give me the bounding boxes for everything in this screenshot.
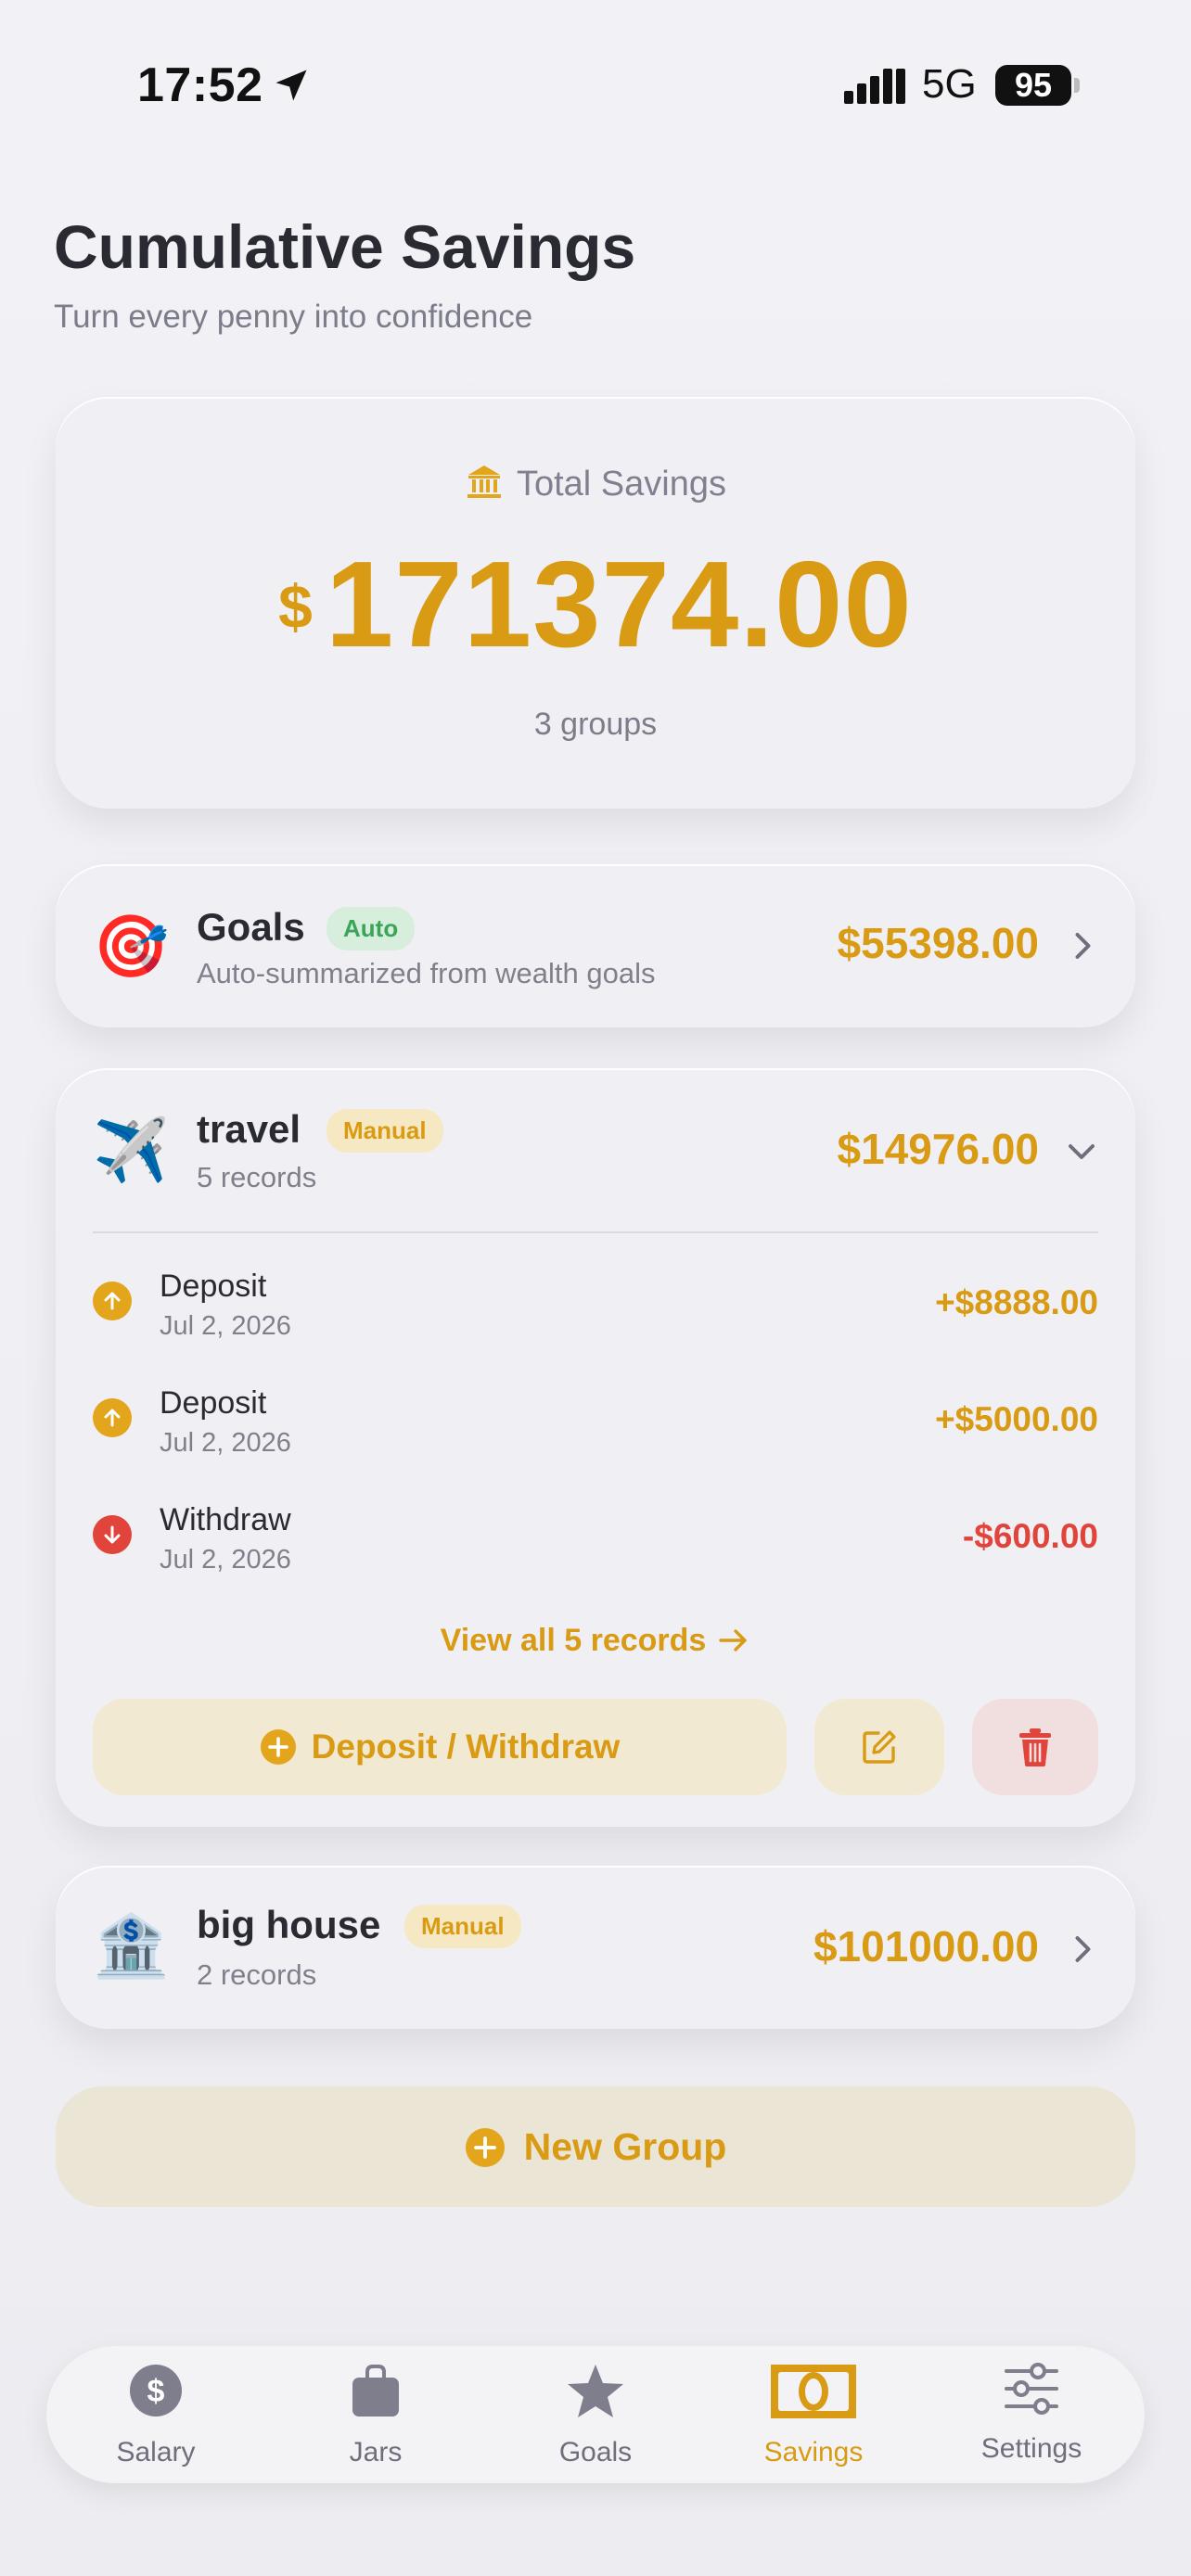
status-time: 17:52 — [137, 58, 263, 112]
view-all-records-link[interactable]: View all 5 records — [56, 1623, 1135, 1659]
bag-icon — [352, 2365, 399, 2417]
chevron-right-icon — [1075, 1936, 1091, 1962]
group-amount: $55398.00 — [837, 919, 1039, 967]
tab-label: Goals — [558, 2437, 633, 2468]
tab-label: Settings — [980, 2433, 1082, 2464]
sliders-icon — [1005, 2363, 1058, 2415]
svg-text:$: $ — [147, 2374, 165, 2409]
record-date: Jul 2, 2026 — [160, 1311, 291, 1341]
tab-label: Salary — [116, 2437, 196, 2468]
tab-jars[interactable]: Jars — [283, 2346, 468, 2483]
group-card-big-house[interactable]: 🏦 big house Manual 2 records $101000.00 — [56, 1866, 1135, 2029]
group-name: big house — [197, 1903, 381, 1946]
network-type: 5G — [922, 61, 977, 107]
group-record-count: 5 records — [197, 1161, 317, 1193]
tab-bar: $ Salary Jars Goals Savings Settings — [46, 2346, 1145, 2483]
edit-icon — [863, 1730, 896, 1764]
group-name: travel — [197, 1107, 301, 1151]
group-name: Goals — [197, 905, 305, 949]
arrow-right-icon — [719, 1629, 748, 1651]
record-type: Deposit — [160, 1269, 267, 1304]
location-arrow-icon — [275, 70, 307, 101]
edit-group-button[interactable] — [814, 1699, 944, 1795]
group-subtitle: Auto-summarized from wealth goals — [197, 957, 656, 989]
battery-tip — [1074, 78, 1080, 93]
record-amount: +$8888.00 — [935, 1283, 1098, 1321]
tab-settings[interactable]: Settings — [939, 2346, 1124, 2483]
page-title: Cumulative Savings — [54, 212, 636, 281]
group-amount: $101000.00 — [813, 1922, 1039, 1970]
record-type: Deposit — [160, 1385, 267, 1421]
page-subtitle: Turn every penny into confidence — [54, 299, 533, 335]
tab-salary[interactable]: $ Salary — [63, 2346, 249, 2483]
group-card-goals[interactable]: 🎯 Goals Auto Auto-summarized from wealth… — [56, 864, 1135, 1027]
bank-icon — [467, 465, 501, 498]
new-group-label: New Group — [523, 2125, 727, 2168]
record-row[interactable]: Withdraw Jul 2, 2026 -$600.00 — [93, 1489, 1098, 1582]
tab-label: Savings — [763, 2437, 864, 2468]
record-row[interactable]: Deposit Jul 2, 2026 +$5000.00 — [93, 1372, 1098, 1465]
plus-circle-icon — [260, 1729, 296, 1765]
total-savings-label-row: Total Savings — [56, 462, 1135, 504]
arrow-down-icon — [93, 1515, 132, 1554]
total-amount-value: 171374.00 — [325, 536, 913, 672]
airplane-icon: ✈️ — [93, 1116, 170, 1184]
tab-savings[interactable]: Savings — [721, 2346, 906, 2483]
target-icon: 🎯 — [93, 912, 170, 980]
group-count: 3 groups — [533, 707, 658, 742]
deposit-withdraw-label: Deposit / Withdraw — [311, 1728, 621, 1766]
record-row[interactable]: Deposit Jul 2, 2026 +$8888.00 — [93, 1256, 1098, 1348]
group-header-travel[interactable]: ✈️ travel Manual 5 records $14976.00 — [56, 1068, 1135, 1235]
tab-goals[interactable]: Goals — [503, 2346, 688, 2483]
tab-label: Jars — [349, 2437, 403, 2468]
status-bar: 17:52 5G 95 — [0, 0, 1191, 176]
chevron-down-icon[interactable] — [1065, 1135, 1098, 1168]
banknote-icon — [771, 2365, 856, 2418]
manual-badge: Manual — [327, 1109, 443, 1153]
signal-icon — [844, 69, 905, 104]
bank-building-icon: 🏦 — [93, 1911, 170, 1980]
divider — [93, 1231, 1098, 1233]
total-savings-amount: $171374.00 — [56, 534, 1135, 674]
auto-badge: Auto — [327, 907, 416, 950]
manual-badge: Manual — [404, 1905, 521, 1948]
star-icon — [568, 2365, 623, 2417]
trash-icon — [1019, 1728, 1051, 1766]
deposit-withdraw-button[interactable]: Deposit / Withdraw — [93, 1699, 787, 1795]
plus-circle-icon — [465, 2128, 505, 2167]
arrow-up-icon — [93, 1398, 132, 1437]
arrow-up-icon — [93, 1282, 132, 1320]
group-record-count: 2 records — [197, 1958, 317, 1991]
total-savings-card: Total Savings $171374.00 3 groups — [56, 397, 1135, 809]
record-date: Jul 2, 2026 — [160, 1428, 291, 1458]
record-amount: -$600.00 — [962, 1517, 1098, 1555]
view-all-label: View all 5 records — [440, 1623, 707, 1658]
record-type: Withdraw — [160, 1502, 291, 1537]
group-amount: $14976.00 — [837, 1125, 1039, 1173]
chevron-right-icon — [1075, 933, 1091, 959]
group-card-travel: ✈️ travel Manual 5 records $14976.00 Dep… — [56, 1068, 1135, 1827]
savings-screen: 17:52 5G 95 Cumulative Savings Turn ever… — [0, 0, 1191, 2576]
delete-group-button[interactable] — [972, 1699, 1098, 1795]
record-date: Jul 2, 2026 — [160, 1545, 291, 1575]
dollar-circle-icon: $ — [130, 2365, 182, 2417]
currency-symbol: $ — [278, 572, 313, 641]
battery-indicator: 95 — [995, 65, 1071, 106]
total-savings-label: Total Savings — [516, 465, 726, 504]
record-amount: +$5000.00 — [935, 1400, 1098, 1438]
new-group-button[interactable]: New Group — [56, 2086, 1135, 2207]
